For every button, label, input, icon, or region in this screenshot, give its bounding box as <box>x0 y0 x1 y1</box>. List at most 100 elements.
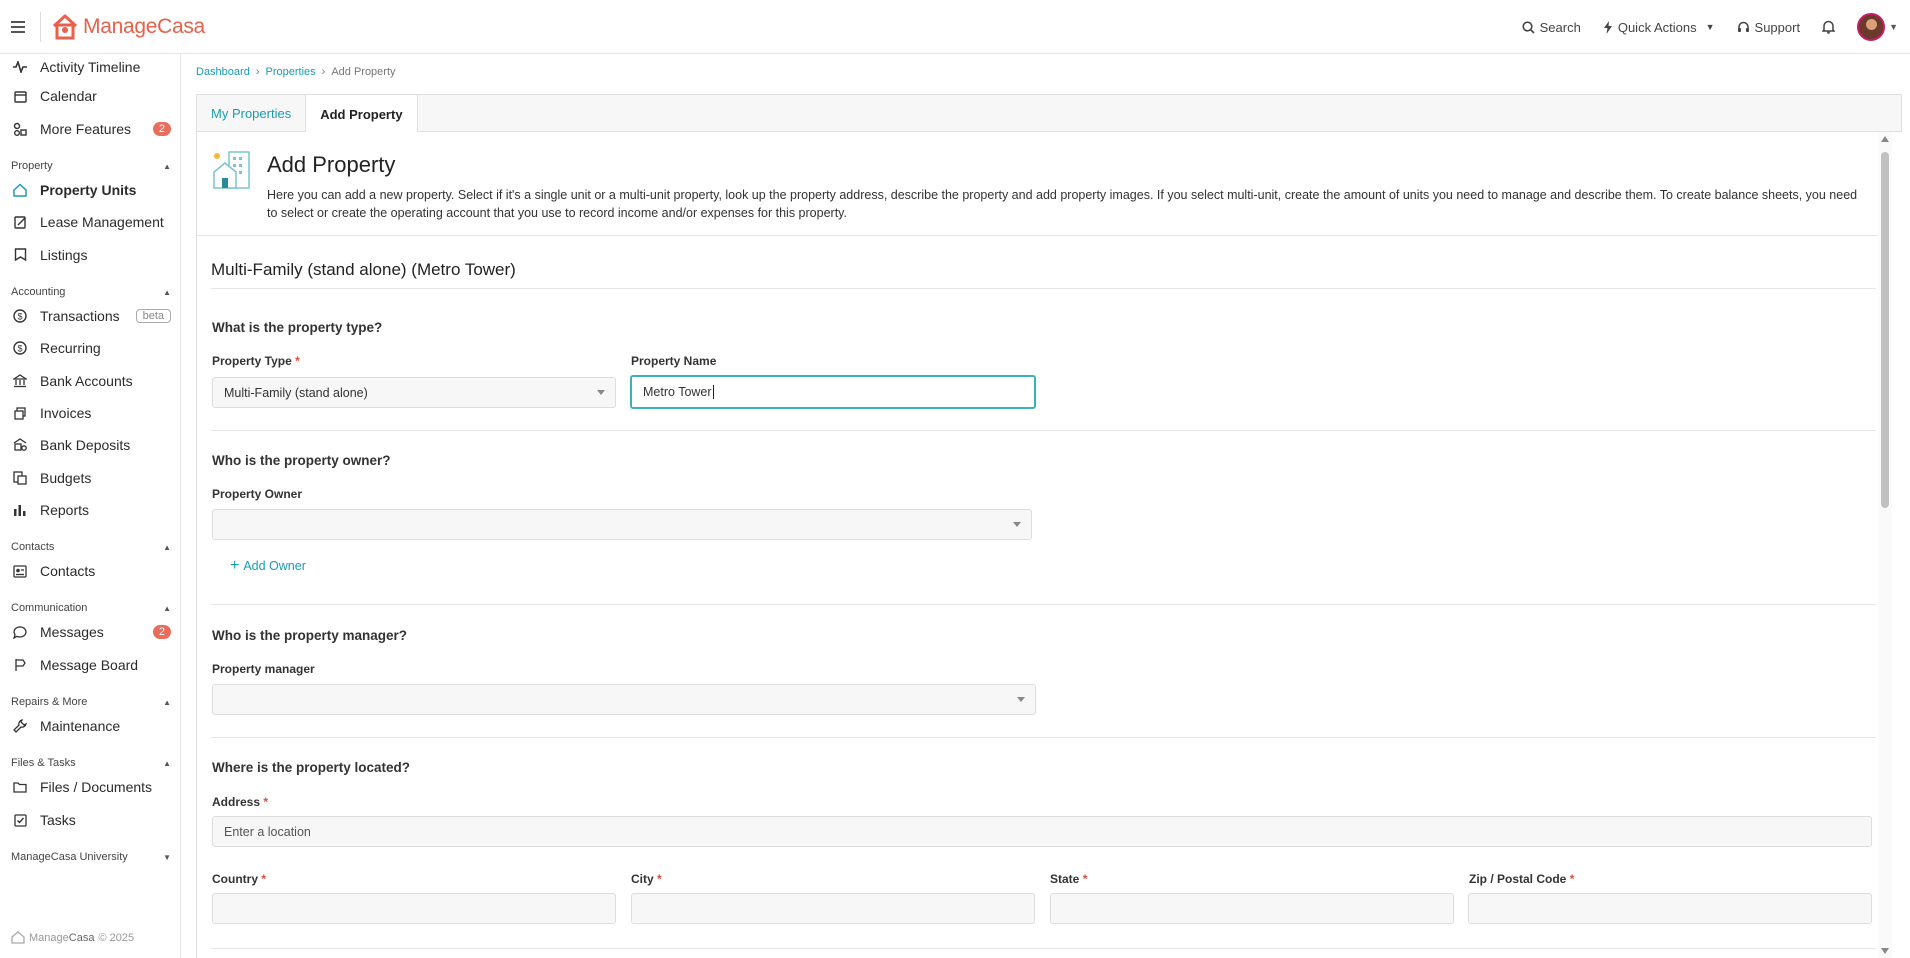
folder-icon <box>0 781 40 793</box>
section-files[interactable]: Files & Tasks ▲ <box>11 757 171 769</box>
sidebar-item-label: Listings <box>40 247 88 263</box>
sidebar-item-label: Budgets <box>40 470 92 486</box>
top-bar: ManageCasa Search Quick Actions ▼ Suppor… <box>0 0 1910 54</box>
sidebar-item-transactions[interactable]: $ Transactions beta <box>0 301 181 331</box>
quick-actions-button[interactable]: Quick Actions ▼ <box>1603 20 1715 35</box>
owner-select[interactable] <box>212 509 1032 540</box>
divider <box>211 737 1876 738</box>
sidebar-item-maintenance[interactable]: Maintenance <box>0 711 181 741</box>
scroll-thumb[interactable] <box>1881 152 1889 508</box>
country-input[interactable] <box>212 893 616 924</box>
sidebar-item-message-board[interactable]: Message Board <box>0 650 181 680</box>
sidebar-item-activity-timeline[interactable]: Activity Timeline <box>0 52 181 82</box>
deposit-icon <box>0 438 40 452</box>
manager-select[interactable] <box>212 684 1036 715</box>
required-mark: * <box>261 872 267 886</box>
expand-icon: ▼ <box>163 852 171 862</box>
property-type-select[interactable]: Multi-Family (stand alone) <box>212 377 616 408</box>
section-accounting[interactable]: Accounting ▲ <box>11 286 171 298</box>
section-repairs[interactable]: Repairs & More ▲ <box>11 696 171 708</box>
scroll-down-icon[interactable] <box>1881 948 1889 954</box>
sidebar-item-label: More Features <box>40 121 132 137</box>
sidebar-item-bank-deposits[interactable]: Bank Deposits <box>0 430 181 460</box>
svg-text:$: $ <box>17 344 22 354</box>
support-label: Support <box>1754 19 1801 35</box>
address-input[interactable]: Enter a location <box>212 816 1872 847</box>
sidebar-item-label: Transactions <box>40 308 120 324</box>
sidebar: Activity Timeline Calendar More Features… <box>0 54 181 958</box>
plus-icon: + <box>230 557 240 574</box>
collapse-icon: ▲ <box>163 603 171 613</box>
calendar-icon <box>0 90 40 103</box>
add-owner-button[interactable]: + Add Owner <box>230 557 306 574</box>
support-button[interactable]: Support <box>1737 19 1801 35</box>
section-contacts[interactable]: Contacts ▲ <box>11 541 171 553</box>
breadcrumb-dashboard[interactable]: Dashboard <box>196 66 250 78</box>
sidebar-item-label: Activity Timeline <box>40 59 141 75</box>
scrollbar[interactable] <box>1878 132 1892 958</box>
question-property-type: What is the property type? <box>212 320 383 335</box>
property-type-value: Multi-Family (stand alone) <box>224 385 368 400</box>
city-input[interactable] <box>631 893 1035 924</box>
tab-add-property[interactable]: Add Property <box>305 95 418 133</box>
tab-my-properties[interactable]: My Properties <box>197 95 305 132</box>
sidebar-item-property-units[interactable]: Property Units <box>0 175 181 205</box>
sidebar-footer: ManageCasa © 2025 <box>11 931 134 944</box>
avatar-caret-icon[interactable]: ▼ <box>1889 22 1898 32</box>
listing-icon <box>0 248 40 262</box>
pulse-icon <box>0 61 40 73</box>
bank-icon <box>0 374 40 388</box>
section-communication[interactable]: Communication ▲ <box>11 602 171 614</box>
search-label: Search <box>1539 19 1581 35</box>
sidebar-item-files-documents[interactable]: Files / Documents <box>0 772 181 802</box>
breadcrumb-current: Add Property <box>331 66 396 78</box>
section-title: Multi-Family (stand alone) (Metro Tower) <box>211 260 516 279</box>
search-button[interactable]: Search <box>1522 20 1581 35</box>
breadcrumb-properties[interactable]: Properties <box>266 66 316 78</box>
chevron-right-icon: › <box>321 66 326 78</box>
add-owner-label: Add Owner <box>243 559 306 573</box>
beta-tag: beta <box>135 309 171 323</box>
caret-down-icon <box>1013 522 1021 527</box>
required-mark: * <box>657 872 662 886</box>
notifications-button[interactable] <box>1822 20 1836 34</box>
sidebar-item-more-features[interactable]: More Features 2 <box>0 114 181 144</box>
divider <box>211 604 1876 605</box>
divider <box>40 11 41 42</box>
sidebar-item-messages[interactable]: Messages 2 <box>0 617 181 647</box>
avatar[interactable] <box>1857 13 1886 41</box>
chevron-right-icon: › <box>255 66 260 78</box>
sidebar-item-label: Lease Management <box>40 214 164 230</box>
sidebar-item-recurring[interactable]: $ Recurring <box>0 333 181 363</box>
sidebar-item-calendar[interactable]: Calendar <box>0 81 181 111</box>
property-name-input[interactable]: Metro Tower <box>630 375 1036 409</box>
page-description: Here you can add a new property. Select … <box>267 188 1858 220</box>
caret-down-icon <box>597 390 605 395</box>
breadcrumb: Dashboard › Properties › Add Property <box>196 66 396 78</box>
country-label: Country * <box>212 872 267 886</box>
dollar-icon: $ <box>0 309 40 323</box>
sidebar-item-tasks[interactable]: Tasks <box>0 805 181 835</box>
house-logo-icon <box>52 14 78 39</box>
footer-brand-b: Casa <box>68 931 95 944</box>
logo[interactable]: ManageCasa <box>51 13 205 41</box>
divider <box>197 235 1892 236</box>
sidebar-item-budgets[interactable]: Budgets <box>0 463 181 493</box>
question-location: Where is the property located? <box>212 760 411 775</box>
state-input[interactable] <box>1050 893 1454 924</box>
scroll-up-icon[interactable] <box>1881 136 1889 142</box>
sidebar-item-listings[interactable]: Listings <box>0 240 181 270</box>
sidebar-item-label: Property Units <box>40 182 137 198</box>
menu-toggle-button[interactable] <box>0 0 36 54</box>
section-university[interactable]: ManageCasa University ▼ <box>11 851 171 863</box>
sidebar-item-bank-accounts[interactable]: Bank Accounts <box>0 366 181 396</box>
section-property[interactable]: Property ▲ <box>11 160 171 172</box>
required-mark: * <box>295 354 300 368</box>
page-title: Add Property <box>267 152 396 177</box>
state-label: State * <box>1050 872 1088 886</box>
zip-input[interactable] <box>1468 893 1872 924</box>
sidebar-item-contacts[interactable]: Contacts <box>0 556 181 586</box>
sidebar-item-lease-management[interactable]: Lease Management <box>0 207 181 237</box>
sidebar-item-reports[interactable]: Reports <box>0 495 181 525</box>
sidebar-item-invoices[interactable]: Invoices <box>0 398 181 428</box>
